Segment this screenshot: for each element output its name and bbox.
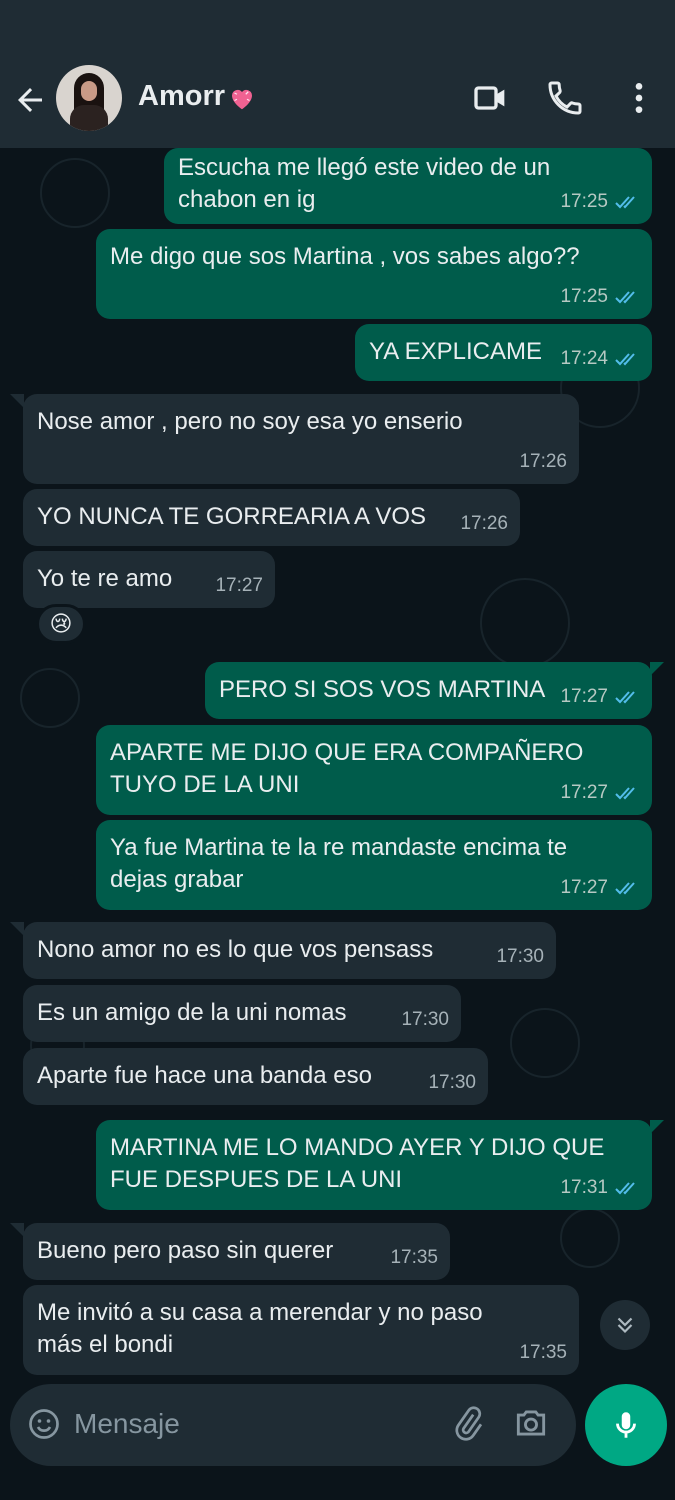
contact-name: Amorr: [138, 80, 226, 112]
message-outgoing[interactable]: YA EXPLICAME 17:24: [355, 324, 652, 381]
camera-icon[interactable]: [512, 1404, 550, 1442]
message-text: Me digo que sos Martina , vos sabes algo…: [110, 243, 580, 270]
message-time: 17:35: [390, 1247, 438, 1268]
message-outgoing[interactable]: Escucha me llegó este video de un chabon…: [164, 148, 652, 224]
voice-call-icon[interactable]: [544, 78, 586, 118]
message-time: 17:30: [428, 1072, 476, 1093]
message-time: 17:27: [560, 877, 608, 898]
message-text: Ya fue Martina te la re mandaste encima …: [110, 834, 568, 893]
message-input-placeholder[interactable]: Mensaje: [74, 1408, 180, 1440]
message-incoming[interactable]: YO NUNCA TE GORREARIA A VOS 17:26: [23, 489, 520, 546]
message-incoming[interactable]: Es un amigo de la uni nomas 17:30: [23, 985, 461, 1042]
read-ticks-icon: [615, 1182, 635, 1195]
message-time: 17:35: [519, 1342, 567, 1363]
message-time: 17:26: [519, 451, 567, 472]
scroll-to-bottom-button[interactable]: [600, 1300, 650, 1350]
message-text: MARTINA ME LO MANDO AYER Y DIJO QUE FUE …: [110, 1134, 605, 1193]
message-text: Nose amor , pero no soy esa yo enserio: [37, 408, 463, 435]
status-bar: [0, 0, 675, 60]
more-vert-icon[interactable]: [618, 78, 660, 118]
message-reaction[interactable]: 😢: [36, 604, 86, 644]
message-incoming[interactable]: Aparte fue hace una banda eso 17:30: [23, 1048, 488, 1105]
message-incoming[interactable]: Me invitó a su casa a merendar y no paso…: [23, 1285, 579, 1375]
message-incoming[interactable]: Nose amor , pero no soy esa yo enserio 1…: [23, 394, 579, 484]
read-ticks-icon: [615, 787, 635, 800]
message-time: 17:27: [560, 686, 608, 707]
avatar[interactable]: [56, 65, 122, 131]
message-input-bar[interactable]: Mensaje: [10, 1384, 576, 1466]
message-time: 17:26: [460, 513, 508, 534]
read-ticks-icon: [615, 291, 635, 304]
double-chevron-down-icon: [617, 1317, 633, 1334]
heart-emoji-icon: [232, 89, 253, 109]
message-text: Me invitó a su casa a merendar y no paso…: [37, 1299, 483, 1358]
video-call-icon[interactable]: [470, 78, 512, 118]
message-text: Bueno pero paso sin querer: [37, 1237, 334, 1264]
back-arrow-icon[interactable]: [12, 82, 48, 118]
message-time: 17:25: [560, 191, 608, 212]
read-ticks-icon: [615, 691, 635, 704]
voice-record-button[interactable]: [585, 1384, 667, 1466]
message-time: 17:27: [215, 575, 263, 596]
message-incoming[interactable]: Bueno pero paso sin querer 17:35: [23, 1223, 450, 1280]
message-time: 17:31: [560, 1177, 608, 1198]
chat-header: Amorr: [0, 60, 675, 148]
message-outgoing[interactable]: Me digo que sos Martina , vos sabes algo…: [96, 229, 652, 319]
message-text: Aparte fue hace una banda eso: [37, 1062, 372, 1089]
message-time: 17:30: [401, 1009, 449, 1030]
message-text: Es un amigo de la uni nomas: [37, 999, 347, 1026]
message-time: 17:27: [560, 782, 608, 803]
microphone-icon: [616, 1412, 636, 1438]
emoji-icon[interactable]: [26, 1406, 62, 1442]
message-outgoing[interactable]: Ya fue Martina te la re mandaste encima …: [96, 820, 652, 910]
message-text: YO NUNCA TE GORREARIA A VOS: [37, 503, 427, 530]
message-outgoing[interactable]: MARTINA ME LO MANDO AYER Y DIJO QUE FUE …: [96, 1120, 652, 1210]
message-text: APARTE ME DIJO QUE ERA COMPAÑERO TUYO DE…: [110, 739, 584, 798]
message-time: 17:30: [496, 946, 544, 967]
message-outgoing[interactable]: PERO SI SOS VOS MARTINA 17:27: [205, 662, 652, 719]
read-ticks-icon: [615, 196, 635, 209]
read-ticks-icon: [615, 353, 635, 366]
navigation-bar: [0, 1470, 675, 1500]
message-time: 17:25: [560, 286, 608, 307]
message-outgoing[interactable]: APARTE ME DIJO QUE ERA COMPAÑERO TUYO DE…: [96, 725, 652, 815]
message-incoming[interactable]: Yo te re amo 17:27: [23, 551, 275, 608]
message-incoming[interactable]: Nono amor no es lo que vos pensass 17:30: [23, 922, 556, 979]
message-time: 17:24: [560, 348, 608, 369]
message-text: Nono amor no es lo que vos pensass: [37, 936, 434, 963]
attach-icon[interactable]: [450, 1406, 486, 1442]
read-ticks-icon: [615, 882, 635, 895]
contact-title[interactable]: Amorr: [138, 80, 257, 113]
